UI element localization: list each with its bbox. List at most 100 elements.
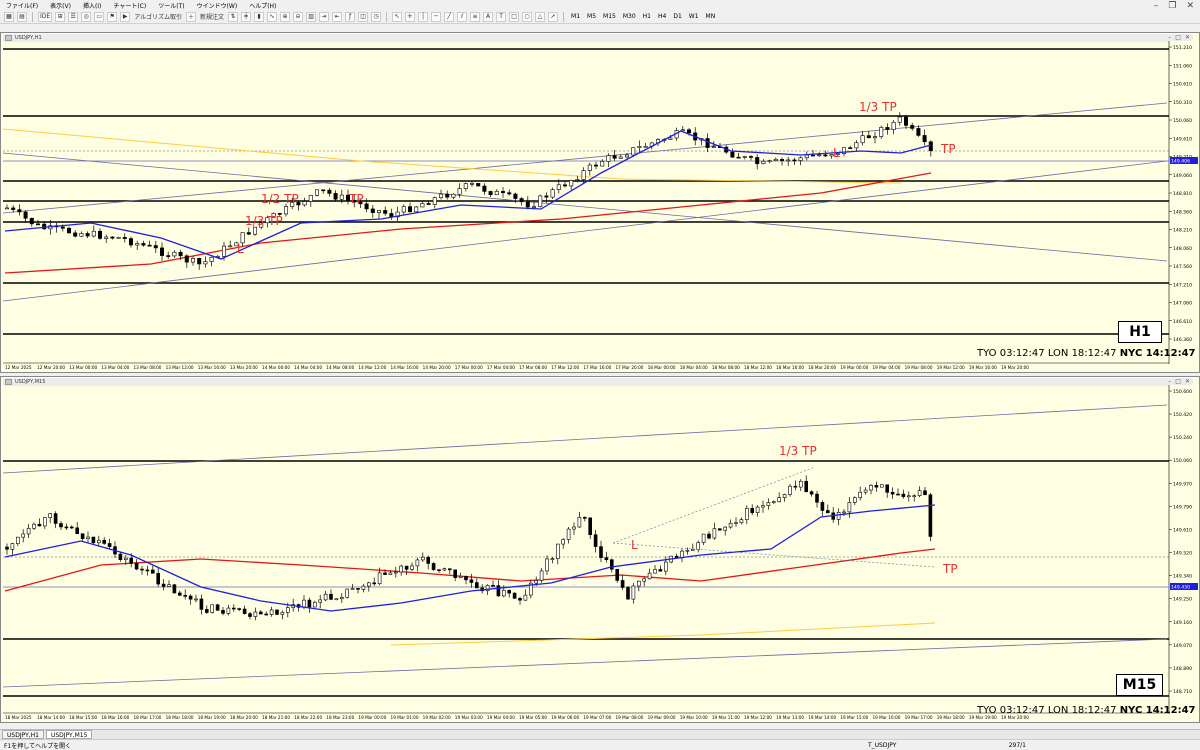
- candle-chart-icon[interactable]: ▮: [254, 11, 265, 22]
- menu-help[interactable]: ヘルプ(H): [249, 1, 276, 10]
- candle-bear: [453, 569, 458, 578]
- candle-bull: [302, 201, 307, 206]
- time-tick-label: 17 Mar 08:00: [519, 365, 547, 370]
- menu-file[interactable]: ファイル(F): [6, 1, 38, 10]
- candle-bear: [750, 507, 755, 513]
- candle-bear: [686, 129, 691, 134]
- chart-tabs: USDJPY,H1 USDJPY,M15: [0, 729, 1200, 739]
- periods-icon[interactable]: ◷: [371, 11, 382, 22]
- candle-bull: [376, 210, 381, 213]
- new-order-button[interactable]: 新規注文: [199, 12, 225, 22]
- zoom-in-icon[interactable]: ⊕: [280, 11, 291, 22]
- templates-icon[interactable]: ◫: [358, 11, 369, 22]
- candle-bull: [531, 206, 536, 208]
- label-icon[interactable]: T: [496, 11, 507, 22]
- candle-bull: [438, 193, 443, 198]
- candle-bear: [199, 598, 204, 610]
- candle-bear: [102, 539, 106, 544]
- candle-bull: [569, 180, 574, 187]
- time-tick-label: 19 Mar 02:00: [423, 715, 451, 720]
- oneclick-icon[interactable]: ⇅: [228, 11, 239, 22]
- algo-trading-icon[interactable]: ▶: [120, 11, 131, 22]
- candle-bull: [377, 572, 382, 585]
- text-icon[interactable]: A: [483, 11, 494, 22]
- tf-h4[interactable]: H4: [656, 13, 668, 20]
- rectangle-icon[interactable]: □: [509, 11, 520, 22]
- candle-bull: [891, 121, 896, 130]
- candle-bear: [447, 568, 452, 571]
- candle-bull: [5, 207, 10, 210]
- toolbar-separator: [386, 11, 388, 22]
- tf-m30[interactable]: M30: [621, 13, 638, 20]
- horizontal-line-icon[interactable]: ─: [431, 11, 442, 22]
- strategy-tester-icon[interactable]: ⚑: [107, 11, 118, 22]
- trendline-icon[interactable]: ╱: [444, 11, 455, 22]
- status-profile: T_USDJPY: [868, 741, 897, 749]
- bar-chart-icon[interactable]: ╪: [241, 11, 252, 22]
- arrow-icon[interactable]: ➚: [548, 11, 559, 22]
- candle-bear: [53, 513, 58, 524]
- new-chart-icon[interactable]: ▦: [4, 11, 14, 22]
- tf-m15[interactable]: M15: [601, 13, 618, 20]
- zoom-out-icon[interactable]: ⊖: [293, 11, 304, 22]
- candle-bull: [280, 611, 285, 615]
- chart-window-h1[interactable]: USDJPY,H1 – □ ✕ 151.210 151.060 150.610 150…: [0, 32, 1200, 373]
- candle-bear: [356, 588, 360, 590]
- annotation-l: L: [237, 242, 244, 256]
- menu-tools[interactable]: ツール(T): [158, 1, 184, 10]
- candle-bull: [420, 556, 425, 561]
- candle-bear: [85, 233, 90, 237]
- h1-chart-canvas[interactable]: 151.210 151.060 150.610 150.310 150.060 149.6…: [1, 33, 1199, 372]
- indicators-icon[interactable]: ƒ: [345, 11, 356, 22]
- candle-bull: [420, 203, 425, 208]
- tf-d1[interactable]: D1: [671, 13, 683, 20]
- ellipse-icon[interactable]: ○: [522, 11, 533, 22]
- ide-button[interactable]: IDE: [38, 11, 53, 22]
- tab-usdjpy-m15[interactable]: USDJPY,M15: [45, 730, 93, 739]
- m15-chart-canvas[interactable]: 150.600 150.420 150.240 150.060 149.970 149.7…: [1, 377, 1199, 722]
- data-window-icon[interactable]: ☰: [68, 11, 79, 22]
- price-tick-label: 148.810: [1173, 191, 1192, 197]
- line-chart-icon[interactable]: ∿: [267, 11, 278, 22]
- price-tick-label: 149.610: [1173, 136, 1192, 142]
- tf-m1[interactable]: M1: [569, 13, 582, 20]
- menu-view[interactable]: 表示(V): [50, 1, 71, 10]
- fibonacci-icon[interactable]: ≡: [470, 11, 481, 22]
- candle-bear: [5, 546, 9, 550]
- profiles-icon[interactable]: ▤: [17, 11, 27, 22]
- tf-h1[interactable]: H1: [641, 13, 653, 20]
- triangle-icon[interactable]: △: [535, 11, 546, 22]
- navigator-icon[interactable]: ◎: [81, 11, 92, 22]
- algo-trading-button[interactable]: アルゴリズム取引: [133, 12, 183, 22]
- chart-shift-icon[interactable]: ⇤: [332, 11, 343, 22]
- menu-chart[interactable]: チャート(C): [113, 1, 146, 10]
- candle-bear: [73, 232, 78, 237]
- cursor-icon[interactable]: ↖: [392, 11, 403, 22]
- candle-bull: [575, 179, 580, 181]
- candle-bear: [64, 526, 69, 529]
- new-order-icon[interactable]: ＋: [186, 11, 197, 22]
- tab-usdjpy-h1[interactable]: USDJPY,H1: [2, 730, 44, 739]
- chart-window-m15[interactable]: USDJPY,M15 – □ ✕ 150.600 150.420 150.240 15…: [0, 376, 1200, 723]
- candle-bull: [253, 611, 258, 617]
- candle-bear: [890, 492, 895, 495]
- candle-bull: [269, 609, 274, 615]
- candle-bull: [587, 164, 592, 171]
- crosshair-icon[interactable]: ✛: [405, 11, 416, 22]
- candle-bear: [525, 201, 530, 208]
- tf-w1[interactable]: W1: [687, 13, 701, 20]
- tile-windows-icon[interactable]: ▥: [306, 11, 317, 22]
- market-watch-icon[interactable]: ⊞: [55, 11, 66, 22]
- menu-insert[interactable]: 挿入(I): [83, 1, 101, 10]
- price-tick-label: 147.060: [1173, 301, 1192, 307]
- autoscroll-icon[interactable]: ⇥: [319, 11, 330, 22]
- tf-mn[interactable]: MN: [704, 13, 718, 20]
- terminal-icon[interactable]: ▭: [94, 11, 105, 22]
- menu-window[interactable]: ウインドウ(W): [197, 1, 238, 10]
- channel-icon[interactable]: ⫽: [457, 11, 468, 22]
- vertical-line-icon[interactable]: │: [418, 11, 429, 22]
- time-tick-label: 19 Mar 00:00: [840, 365, 868, 370]
- tf-m5[interactable]: M5: [585, 13, 598, 20]
- time-tick-label: 17 Mar 12:00: [551, 365, 579, 370]
- candle-bull: [600, 161, 605, 167]
